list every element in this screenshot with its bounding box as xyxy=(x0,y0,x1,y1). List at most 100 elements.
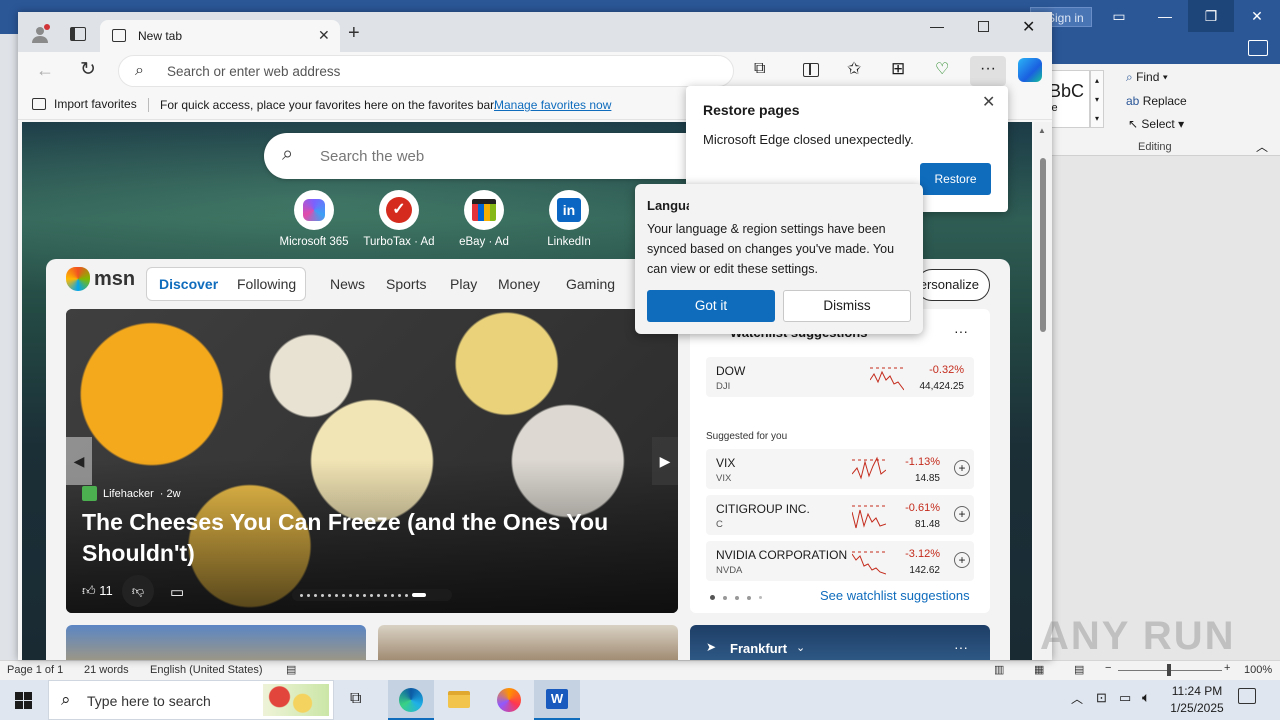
nav-sports[interactable]: Sports xyxy=(386,276,426,292)
split-screen-icon[interactable] xyxy=(803,63,819,77)
proofing-icon[interactable]: ▤ xyxy=(286,663,296,676)
profile-avatar[interactable] xyxy=(30,24,50,44)
taskbar-edge-app[interactable] xyxy=(388,680,434,720)
msn-logo[interactable]: msn xyxy=(66,267,135,291)
select-button[interactable]: ↖ Select ▾ xyxy=(1128,117,1184,131)
workspaces-icon[interactable] xyxy=(70,27,86,41)
add-vix-icon[interactable]: + xyxy=(954,460,970,476)
address-bar[interactable]: ⌕ Search or enter web address xyxy=(118,55,734,87)
nav-news[interactable]: News xyxy=(330,276,365,292)
clock-date[interactable]: 1/25/2025 xyxy=(1168,701,1226,715)
add-tab-icon[interactable]: + xyxy=(348,22,360,45)
extensions-icon[interactable]: ⧉ xyxy=(754,60,765,78)
copilot-icon[interactable] xyxy=(1018,58,1042,82)
quicklink-linkedin[interactable]: in LinkedIn xyxy=(529,190,609,248)
start-button[interactable] xyxy=(0,680,48,720)
network-icon[interactable]: ▭ xyxy=(1119,690,1131,706)
quicklink-turbotax[interactable]: ✓ TurboTax · Ad xyxy=(359,190,439,248)
got-it-button[interactable]: Got it xyxy=(647,290,775,322)
comment-icon[interactable]: ▭ xyxy=(170,583,184,601)
meet-now-icon[interactable]: ⊡ xyxy=(1096,690,1107,706)
settings-more-button[interactable]: ··· xyxy=(970,56,1006,86)
dismiss-button[interactable]: Dismiss xyxy=(783,290,911,322)
carousel-prev-button[interactable]: ◀ xyxy=(66,437,92,485)
taskbar-file-explorer[interactable] xyxy=(436,680,482,720)
comments-icon[interactable] xyxy=(1248,40,1268,56)
zoom-level[interactable]: 100% xyxy=(1244,664,1272,676)
find-button[interactable]: ⌕ Find ▾ xyxy=(1126,70,1168,85)
clock-time[interactable]: 11:24 PM xyxy=(1170,684,1224,698)
collections-icon[interactable]: ⊞ xyxy=(891,59,905,79)
word-count[interactable]: 21 words xyxy=(84,664,129,676)
stock-row-vix[interactable]: VIX VIX -1.13% 14.85 + xyxy=(706,449,974,489)
tab-new-tab[interactable]: New tab ✕ xyxy=(100,20,340,52)
taskbar-firefox[interactable] xyxy=(486,680,532,720)
quicklink-ebay[interactable]: eBay · Ad xyxy=(444,190,524,248)
nav-gaming[interactable]: Gaming xyxy=(566,276,615,292)
taskbar-search-box[interactable]: ⌕ Type here to search xyxy=(48,680,334,720)
stock-row-citigroup[interactable]: CITIGROUP INC. C -0.61% 81.48 + xyxy=(706,495,974,535)
watchlist-pager[interactable] xyxy=(710,595,762,600)
web-layout-icon[interactable]: ▤ xyxy=(1074,663,1084,676)
favorites-icon[interactable]: ✩ xyxy=(847,59,861,79)
hero-article[interactable]: ◀ ▶ Lifehacker · 2w The Cheeses You Can … xyxy=(66,309,678,613)
replace-button[interactable]: ab Replace xyxy=(1126,94,1187,108)
quicklink-microsoft365[interactable]: Microsoft 365 xyxy=(274,190,354,248)
article-card-1[interactable] xyxy=(66,625,366,660)
web-search-box[interactable]: ⌕ Search the web xyxy=(264,133,724,179)
task-view-icon[interactable]: ⧉ xyxy=(350,690,361,708)
weather-more-icon[interactable]: ··· xyxy=(954,639,968,655)
watchlist-more-icon[interactable]: ··· xyxy=(954,323,968,339)
word-close-button[interactable]: ✕ xyxy=(1234,0,1280,32)
back-icon[interactable]: ← xyxy=(36,60,54,81)
styles-scroll[interactable]: ▴ ▾ ▾ xyxy=(1090,70,1104,128)
page-count[interactable]: Page 1 of 1 xyxy=(7,664,63,676)
nav-money[interactable]: Money xyxy=(498,276,540,292)
edge-minimize-button[interactable]: — xyxy=(930,18,944,34)
styles-gallery[interactable]: BbC le xyxy=(1046,70,1090,128)
personalize-button[interactable]: ersonalize xyxy=(916,269,990,301)
carousel-next-button[interactable]: ▶ xyxy=(652,437,678,485)
restore-button[interactable]: Restore xyxy=(920,163,991,195)
edge-maximize-button[interactable] xyxy=(978,21,989,32)
word-restore-button[interactable]: ❐ xyxy=(1188,0,1234,32)
tab-discover[interactable]: Discover xyxy=(159,276,218,292)
print-layout-icon[interactable]: ▦ xyxy=(1034,663,1044,676)
article-card-2[interactable] xyxy=(378,625,678,660)
chevron-down-icon[interactable]: ⌄ xyxy=(796,641,805,654)
page-scrollbar[interactable]: ▲ xyxy=(1034,122,1052,660)
carousel-dots[interactable] xyxy=(292,589,452,601)
see-watchlist-link[interactable]: See watchlist suggestions xyxy=(820,588,970,603)
manage-favorites-link[interactable]: Manage favorites now xyxy=(494,98,611,112)
add-nvidia-icon[interactable]: + xyxy=(954,552,970,568)
hero-title[interactable]: The Cheeses You Can Freeze (and the Ones… xyxy=(82,507,642,569)
like-button[interactable]: 👍︎ 11 xyxy=(82,583,113,599)
read-mode-icon[interactable]: ▥ xyxy=(994,663,1004,676)
dislike-button[interactable]: 👎︎ xyxy=(122,575,154,607)
close-popup-icon[interactable]: ✕ xyxy=(982,92,995,112)
weather-card[interactable]: ➤ Frankfurt ⌄ ··· xyxy=(690,625,990,660)
zoom-in-icon[interactable]: + xyxy=(1224,662,1230,674)
language-status[interactable]: English (United States) xyxy=(150,664,263,676)
stock-row-nvidia[interactable]: NVIDIA CORPORATION NVDA -3.12% 142.62 + xyxy=(706,541,974,581)
notifications-icon[interactable] xyxy=(1238,688,1256,704)
zoom-slider-thumb[interactable] xyxy=(1167,664,1171,676)
close-tab-icon[interactable]: ✕ xyxy=(318,27,330,44)
volume-icon[interactable]: 🔈︎ xyxy=(1142,689,1150,706)
zoom-out-icon[interactable]: − xyxy=(1105,662,1111,674)
scroll-thumb[interactable] xyxy=(1040,158,1046,332)
nav-play[interactable]: Play xyxy=(450,276,477,292)
performance-icon[interactable]: ♡ xyxy=(935,59,949,79)
refresh-icon[interactable]: ↻ xyxy=(80,58,96,81)
edge-close-button[interactable]: ✕ xyxy=(1022,17,1035,37)
add-citigroup-icon[interactable]: + xyxy=(954,506,970,522)
tray-overflow-icon[interactable]: ︿ xyxy=(1071,690,1083,707)
scroll-up-icon[interactable]: ▲ xyxy=(1038,126,1046,135)
tab-following[interactable]: Following xyxy=(237,276,296,292)
stock-row-dow[interactable]: DOW DJI -0.32% 44,424.25 xyxy=(706,357,974,397)
ribbon-display-icon[interactable]: ▭ xyxy=(1096,0,1142,32)
word-minimize-button[interactable]: — xyxy=(1142,0,1188,32)
import-favorites-button[interactable]: Import favorites xyxy=(32,97,137,111)
taskbar-word[interactable]: W xyxy=(534,680,580,720)
weather-city[interactable]: Frankfurt xyxy=(730,641,787,656)
